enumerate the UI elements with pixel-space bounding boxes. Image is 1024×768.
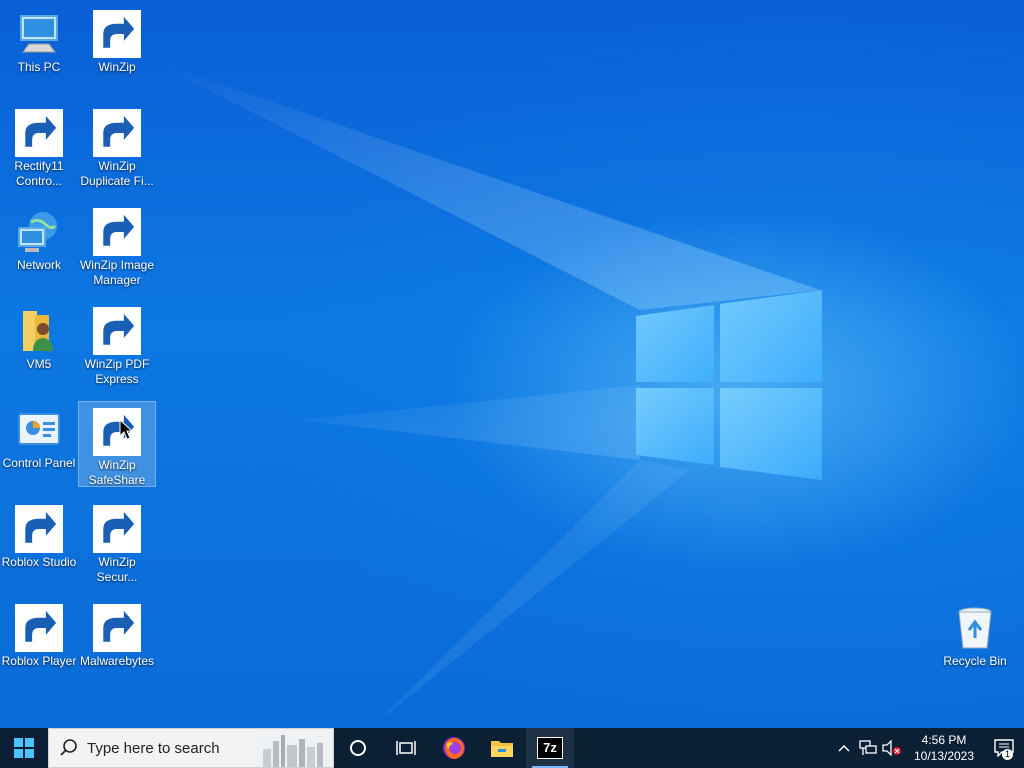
desktop-icon-winzip-secure-backup[interactable]: WinZip Secur... <box>79 499 155 585</box>
network-icon <box>15 208 63 256</box>
taskbar: Type here to search 7z 4:56 PM 10/13/202… <box>0 728 1024 768</box>
notification-count-badge: 1 <box>1002 749 1013 760</box>
show-hidden-icons-button[interactable] <box>832 728 856 768</box>
desktop[interactable]: This PC Rectify11 Contro... Network VM5 … <box>0 0 1024 728</box>
desktop-icon-control-panel[interactable]: Control Panel <box>1 400 77 471</box>
start-button[interactable] <box>0 728 48 768</box>
cortana-button[interactable] <box>334 728 382 768</box>
7zip-icon-label: 7z <box>543 740 557 755</box>
desktop-icon-this-pc[interactable]: This PC <box>1 4 77 75</box>
winzip-icon <box>93 10 141 58</box>
windows-logo-wallpaper <box>636 290 822 480</box>
winzip-safeshare-icon <box>93 408 141 456</box>
desktop-icon-network[interactable]: Network <box>1 202 77 273</box>
desktop-icon-rectify11[interactable]: Rectify11 Contro... <box>1 103 77 189</box>
volume-tray-button[interactable] <box>880 728 904 768</box>
icon-label: Rectify11 Contro... <box>14 159 64 188</box>
icon-label: Network <box>16 258 61 272</box>
icon-label: This PC <box>17 60 61 74</box>
action-center-button[interactable]: 1 <box>984 728 1024 768</box>
system-tray: 4:56 PM 10/13/2023 1 <box>832 728 1024 768</box>
icon-label: Roblox Player <box>1 654 77 668</box>
shortcut-arrow-icon <box>93 604 141 652</box>
desktop-icon-winzip-duplicate-finder[interactable]: WinZip Duplicate Fi... <box>79 103 155 189</box>
user-folder-icon <box>15 307 63 355</box>
recycle-bin-icon <box>951 604 999 652</box>
icon-label: WinZip PDF Express <box>84 357 150 386</box>
taskbar-7zip[interactable]: 7z <box>526 728 574 768</box>
computer-icon <box>15 10 63 58</box>
taskbar-file-explorer[interactable] <box>478 728 526 768</box>
malwarebytes-icon <box>93 604 141 652</box>
desktop-icon-winzip-image-manager[interactable]: WinZip Image Manager <box>79 202 155 288</box>
icon-label: WinZip Image Manager <box>79 258 155 287</box>
desktop-icon-winzip-safeshare[interactable]: WinZip SafeShare <box>78 401 156 487</box>
taskbar-search-box[interactable]: Type here to search <box>48 728 334 768</box>
shortcut-arrow-icon <box>93 208 141 256</box>
icon-label: WinZip SafeShare <box>88 458 146 487</box>
7zip-icon: 7z <box>537 737 563 759</box>
taskbar-clock[interactable]: 4:56 PM 10/13/2023 <box>908 732 980 764</box>
shortcut-arrow-icon <box>15 505 63 553</box>
chevron-up-icon <box>838 744 850 752</box>
folder-icon <box>491 741 513 757</box>
winzip-image-manager-icon <box>93 208 141 256</box>
icon-label: WinZip <box>98 60 136 74</box>
desktop-icon-recycle-bin[interactable]: Recycle Bin <box>937 598 1013 669</box>
clock-date: 10/13/2023 <box>913 749 975 763</box>
shortcut-arrow-icon <box>93 408 141 456</box>
desktop-icon-winzip-pdf-express[interactable]: PDF WinZip PDF Express <box>79 301 155 387</box>
icon-label: Malwarebytes <box>79 654 155 668</box>
winzip-secure-backup-icon <box>93 505 141 553</box>
desktop-icon-roblox-player[interactable]: Roblox Player <box>1 598 77 669</box>
icon-label: VM5 <box>26 357 52 371</box>
shortcut-arrow-icon <box>93 505 141 553</box>
control-panel-icon <box>15 406 63 454</box>
winzip-pdf-express-icon: PDF <box>93 307 141 355</box>
icon-label: WinZip Duplicate Fi... <box>80 159 154 188</box>
shortcut-arrow-icon <box>93 109 141 157</box>
shortcut-arrow-icon <box>15 109 63 157</box>
task-view-icon <box>396 741 416 755</box>
desktop-icon-winzip[interactable]: WinZip <box>79 4 155 75</box>
search-highlight-city-icon <box>255 731 331 767</box>
desktop-icon-roblox-studio[interactable]: Roblox Studio <box>1 499 77 570</box>
network-wired-icon <box>859 740 877 755</box>
shortcut-arrow-icon <box>15 604 63 652</box>
shortcut-arrow-icon <box>93 307 141 355</box>
shortcut-arrow-icon <box>93 10 141 58</box>
firefox-icon <box>443 737 465 759</box>
windows-start-icon <box>14 738 34 758</box>
taskbar-firefox[interactable] <box>430 728 478 768</box>
search-placeholder: Type here to search <box>87 739 220 757</box>
icon-label: Recycle Bin <box>943 654 1007 668</box>
network-tray-button[interactable] <box>856 728 880 768</box>
volume-muted-icon <box>882 740 901 756</box>
icon-label: WinZip Secur... <box>96 555 138 584</box>
winzip-duplicate-finder-icon <box>93 109 141 157</box>
search-icon <box>60 739 77 756</box>
task-view-button[interactable] <box>382 728 430 768</box>
roblox-player-icon <box>15 604 63 652</box>
desktop-icon-malwarebytes[interactable]: Malwarebytes <box>79 598 155 669</box>
icon-label: Control Panel <box>2 456 76 470</box>
mouse-cursor-icon <box>119 419 133 440</box>
rectify11-icon <box>15 109 63 157</box>
roblox-studio-icon <box>15 505 63 553</box>
icon-label: Roblox Studio <box>1 555 77 569</box>
cortana-icon <box>350 740 366 756</box>
clock-time: 4:56 PM <box>921 733 967 747</box>
desktop-icon-vm5[interactable]: VM5 <box>1 301 77 372</box>
